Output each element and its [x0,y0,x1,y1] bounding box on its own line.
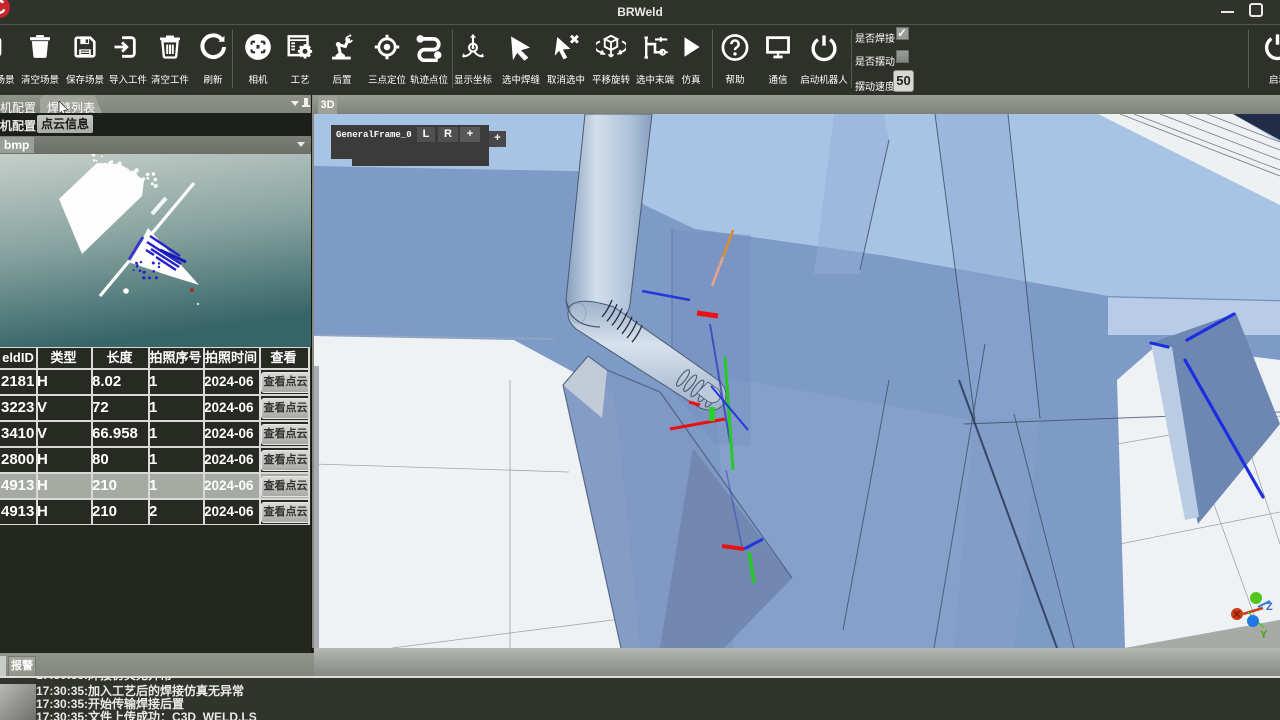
svg-text:Y: Y [1260,629,1268,641]
svg-text:Z: Z [1266,601,1273,613]
